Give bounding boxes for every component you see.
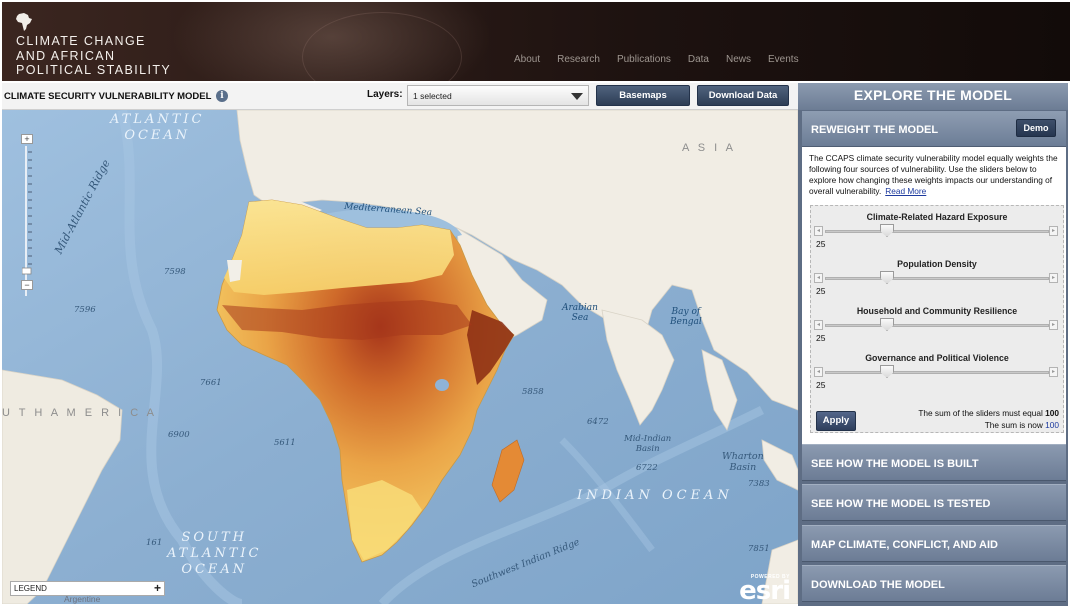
slider-population-density: Population Density ◂ ▸ 25 <box>811 259 1063 306</box>
zoom-in-button[interactable]: + <box>21 134 33 144</box>
site-header: CLIMATE CHANGE AND AFRICAN POLITICAL STA… <box>0 0 1072 81</box>
depth-label: 7596 <box>74 305 96 315</box>
depth-label: 6472 <box>587 417 609 427</box>
section-download-model[interactable]: DOWNLOAD THE MODEL <box>802 565 1066 602</box>
slider-label: Population Density <box>897 259 977 269</box>
label-south-america: U T H A M E R I C A <box>2 407 158 419</box>
sum-must-text: The sum of the sliders must equal <box>918 408 1043 418</box>
label-bay-of-bengal: Bay of Bengal <box>670 307 702 327</box>
info-icon[interactable]: i <box>216 90 228 102</box>
sum-must-value: 100 <box>1045 408 1059 418</box>
slider-value: 25 <box>816 239 826 249</box>
esri-brand: esri <box>739 576 791 604</box>
panel-title: EXPLORE THE MODEL <box>798 83 1068 110</box>
section-model-built[interactable]: SEE HOW THE MODEL IS BUILT <box>802 444 1066 481</box>
main-nav: About Research Publications Data News Ev… <box>514 54 816 65</box>
layers-label: Layers: <box>367 89 403 100</box>
depth-label: 7851 <box>748 544 770 554</box>
slider-thumb[interactable] <box>880 365 894 378</box>
slider-household-resilience: Household and Community Resilience ◂ ▸ 2… <box>811 306 1063 353</box>
reweight-section-header[interactable]: REWEIGHT THE MODEL Demo <box>802 111 1066 147</box>
slider-track[interactable] <box>825 277 1049 280</box>
slider-hazard-exposure: Climate-Related Hazard Exposure ◂ ▸ 25 <box>811 212 1063 259</box>
slider-track[interactable] <box>825 230 1049 233</box>
slider-track[interactable] <box>825 371 1049 374</box>
sum-now-text: The sum is now <box>984 420 1043 430</box>
legend-toggle[interactable]: LEGEND + <box>10 581 165 596</box>
nav-data[interactable]: Data <box>688 54 709 65</box>
section-map-climate-conflict-aid[interactable]: MAP CLIMATE, CONFLICT, AND AID <box>802 525 1066 562</box>
slider-increment[interactable]: ▸ <box>1049 367 1058 377</box>
slider-label: Governance and Political Violence <box>865 353 1009 363</box>
basemaps-button[interactable]: Basemaps <box>596 85 690 106</box>
layers-select-value: 1 selected <box>413 91 452 101</box>
depth-label: 5611 <box>274 438 296 448</box>
apply-button[interactable]: Apply <box>816 411 856 431</box>
depth-label: 6900 <box>168 430 190 440</box>
label-south-atlantic-ocean: SOUTH ATLANTIC OCEAN <box>167 530 262 577</box>
download-data-button[interactable]: Download Data <box>697 85 789 106</box>
sum-current: The sum is now 100 <box>985 420 1059 430</box>
label-indian-ocean: INDIAN OCEAN <box>577 488 733 503</box>
slider-decrement[interactable]: ◂ <box>814 320 823 330</box>
weight-sliders: Climate-Related Hazard Exposure ◂ ▸ 25 P… <box>810 205 1064 433</box>
legend-label: LEGEND <box>14 584 47 593</box>
depth-label: 161 <box>146 538 163 548</box>
reweight-heading: REWEIGHT THE MODEL <box>811 124 939 136</box>
read-more-link[interactable]: Read More <box>885 186 926 196</box>
sum-now-value: 100 <box>1045 420 1059 430</box>
map-title: CLIMATE SECURITY VULNERABILITY MODEL <box>4 91 212 102</box>
nav-research[interactable]: Research <box>557 54 600 65</box>
slider-value: 25 <box>816 380 826 390</box>
esri-logo[interactable]: POWERED BY esri <box>739 574 791 604</box>
demo-button[interactable]: Demo <box>1016 119 1056 137</box>
slider-decrement[interactable]: ◂ <box>814 273 823 283</box>
slider-track[interactable] <box>825 324 1049 327</box>
label-wharton-basin: Wharton Basin <box>722 451 764 473</box>
sum-requirement: The sum of the sliders must equal 100 <box>918 408 1059 418</box>
map-toolbar: CLIMATE SECURITY VULNERABILITY MODEL i L… <box>2 83 798 110</box>
plus-icon: + <box>153 581 161 595</box>
intro-text: The CCAPS climate security vulnerability… <box>809 153 1058 196</box>
slider-thumb[interactable] <box>880 271 894 284</box>
chevron-down-icon <box>571 93 583 100</box>
reweight-body: The CCAPS climate security vulnerability… <box>802 147 1066 445</box>
zoom-out-button[interactable]: − <box>21 280 33 290</box>
basemap-svg <box>2 110 798 604</box>
layers-select[interactable]: 1 selected <box>407 85 589 106</box>
depth-label: 7598 <box>164 267 186 277</box>
nav-events[interactable]: Events <box>768 54 799 65</box>
slider-increment[interactable]: ▸ <box>1049 320 1058 330</box>
slider-value: 25 <box>816 333 826 343</box>
depth-label: 6722 <box>636 463 658 473</box>
label-asia: A S I A <box>682 142 737 154</box>
nav-about[interactable]: About <box>514 54 540 65</box>
depth-label: 5858 <box>522 387 544 397</box>
reweight-intro: The CCAPS climate security vulnerability… <box>809 153 1059 197</box>
depth-label: 7661 <box>200 378 222 388</box>
label-mid-indian-basin: Mid-Indian Basin <box>624 434 672 454</box>
explore-panel: EXPLORE THE MODEL REWEIGHT THE MODEL Dem… <box>798 83 1070 606</box>
slider-thumb[interactable] <box>880 318 894 331</box>
slider-decrement[interactable]: ◂ <box>814 367 823 377</box>
section-model-tested[interactable]: SEE HOW THE MODEL IS TESTED <box>802 484 1066 521</box>
zoom-slider[interactable] <box>22 146 32 296</box>
slider-governance-violence: Governance and Political Violence ◂ ▸ 25 <box>811 353 1063 400</box>
slider-label: Household and Community Resilience <box>856 306 1018 316</box>
label-arabian-sea: Arabian Sea <box>562 303 598 323</box>
africa-logo-icon[interactable] <box>14 12 34 32</box>
slider-increment[interactable]: ▸ <box>1049 226 1058 236</box>
site-title[interactable]: CLIMATE CHANGE AND AFRICAN POLITICAL STA… <box>16 34 171 78</box>
slider-label: Climate-Related Hazard Exposure <box>866 212 1008 222</box>
slider-decrement[interactable]: ◂ <box>814 226 823 236</box>
nav-publications[interactable]: Publications <box>617 54 671 65</box>
map-view[interactable]: ATLANTIC OCEAN SOUTH ATLANTIC OCEAN INDI… <box>2 110 798 604</box>
nav-news[interactable]: News <box>726 54 751 65</box>
depth-label: 7383 <box>748 479 770 489</box>
slider-value: 25 <box>816 286 826 296</box>
label-atlantic-ocean: ATLANTIC OCEAN <box>110 112 205 143</box>
slider-thumb[interactable] <box>880 224 894 237</box>
slider-increment[interactable]: ▸ <box>1049 273 1058 283</box>
